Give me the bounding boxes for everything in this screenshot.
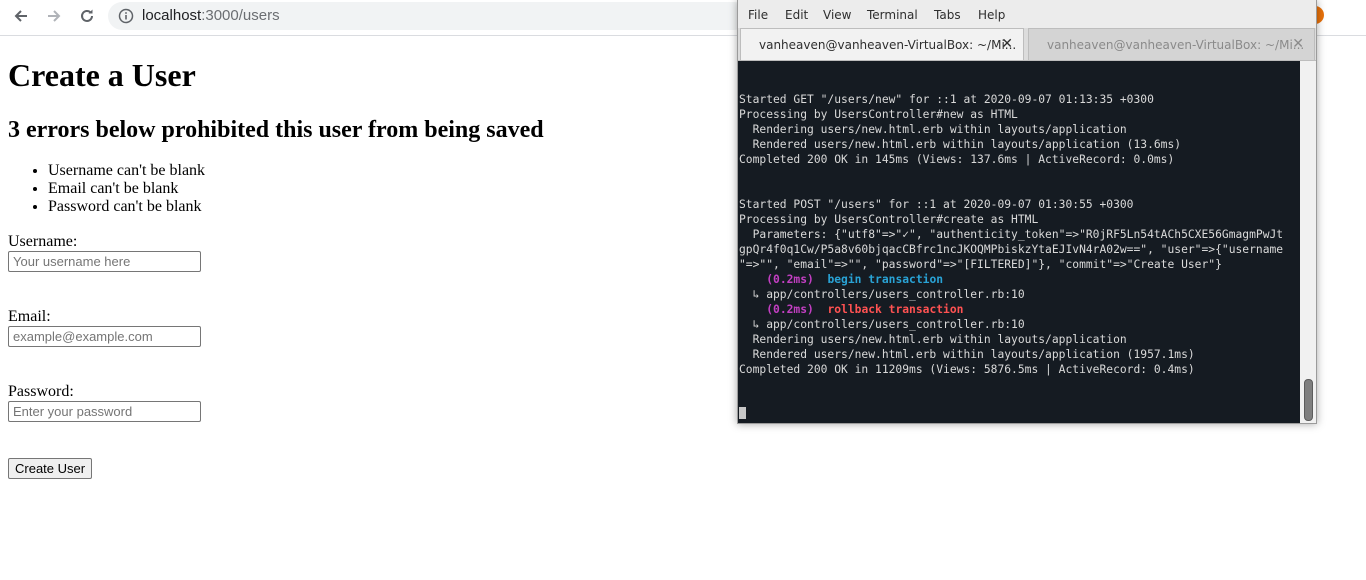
log-line: Parameters: {"utf8"=>"✓", "authenticity_…: [739, 228, 1284, 241]
close-icon[interactable]: ✕: [1292, 36, 1304, 52]
terminal-output[interactable]: Started GET "/users/new" for ::1 at 2020…: [738, 61, 1300, 423]
error-item: Password can't be blank: [48, 198, 205, 216]
terminal-menubar: File Edit View Terminal Tabs Help: [738, 0, 1316, 28]
sql-rollback-statement: rollback transaction: [827, 303, 964, 316]
email-label: Email:: [8, 308, 51, 325]
log-line: Processing by UsersController#create as …: [739, 213, 1039, 226]
terminal-window: File Edit View Terminal Tabs Help vanhea…: [737, 0, 1317, 424]
error-heading: 3 errors below prohibited this user from…: [8, 117, 544, 143]
log-line: Rendered users/new.html.erb within layou…: [739, 138, 1182, 151]
tab-title: vanheaven@vanheaven-VirtualBox: ~/Mi...: [759, 38, 1017, 52]
close-icon[interactable]: ✕: [1001, 36, 1013, 52]
create-user-button[interactable]: Create User: [8, 458, 93, 479]
reload-icon: [81, 9, 93, 22]
back-button[interactable]: [8, 5, 34, 27]
log-line: ↳ app/controllers/users_controller.rb:10: [739, 288, 1025, 301]
terminal-tab-active[interactable]: vanheaven@vanheaven-VirtualBox: ~/Mi... …: [740, 28, 1024, 60]
menu-tabs[interactable]: Tabs: [934, 8, 961, 22]
menu-edit[interactable]: Edit: [785, 8, 808, 22]
email-field[interactable]: [8, 326, 201, 347]
url-path: :3000/users: [201, 7, 280, 24]
info-icon[interactable]: [118, 8, 134, 24]
log-line: ↳ app/controllers/users_controller.rb:10: [739, 318, 1025, 331]
url-text: localhost:3000/users: [142, 7, 280, 24]
error-item: Email can't be blank: [48, 180, 205, 198]
menu-terminal[interactable]: Terminal: [867, 8, 918, 22]
log-line: Processing by UsersController#new as HTM…: [739, 108, 1018, 121]
terminal-tab[interactable]: vanheaven@vanheaven-VirtualBox: ~/Mi... …: [1028, 28, 1315, 60]
arrow-right-icon: [48, 10, 61, 22]
scrollbar-thumb[interactable]: [1304, 379, 1313, 421]
password-label: Password:: [8, 383, 74, 400]
page-title: Create a User: [8, 57, 196, 93]
terminal-tab-bar: vanheaven@vanheaven-VirtualBox: ~/Mi... …: [738, 28, 1316, 61]
log-line: Rendering users/new.html.erb within layo…: [739, 333, 1127, 346]
terminal-log: Started GET "/users/new" for ::1 at 2020…: [739, 92, 1283, 377]
url-host: localhost: [142, 7, 202, 24]
arrow-left-icon: [14, 10, 27, 22]
log-line: Rendering users/new.html.erb within layo…: [739, 123, 1127, 136]
log-line: gpQr4f0q1Cw/P5a8v60bjqacCBfrc1ncJKOQMPbi…: [739, 243, 1284, 256]
log-line: Started POST "/users" for ::1 at 2020-09…: [739, 198, 1134, 211]
reload-button[interactable]: [74, 5, 100, 27]
sql-begin-statement: begin transaction: [827, 273, 944, 286]
log-line: Rendered users/new.html.erb within layou…: [739, 348, 1195, 361]
log-line: "=>"", "email"=>"", "password"=>"[FILTER…: [739, 258, 1222, 271]
forward-button[interactable]: [41, 5, 67, 27]
menu-help[interactable]: Help: [978, 8, 1005, 22]
tab-title: vanheaven@vanheaven-VirtualBox: ~/Mi...: [1047, 38, 1305, 52]
username-label: Username:: [8, 233, 78, 250]
sql-time: (0.2ms): [766, 273, 814, 286]
username-field[interactable]: [8, 251, 201, 272]
menu-file[interactable]: File: [748, 8, 768, 22]
log-line: Completed 200 OK in 145ms (Views: 137.6m…: [739, 153, 1175, 166]
error-item: Username can't be blank: [48, 162, 205, 180]
terminal-cursor: [739, 407, 746, 419]
menu-view[interactable]: View: [823, 8, 851, 22]
sql-time: (0.2ms): [766, 303, 814, 316]
log-line: Completed 200 OK in 11209ms (Views: 5876…: [739, 363, 1195, 376]
address-bar[interactable]: localhost:3000/users: [108, 2, 748, 30]
password-field[interactable]: [8, 401, 201, 422]
error-list: Username can't be blank Email can't be b…: [8, 162, 205, 216]
log-line: Started GET "/users/new" for ::1 at 2020…: [739, 93, 1154, 106]
terminal-scrollbar[interactable]: [1300, 61, 1316, 423]
